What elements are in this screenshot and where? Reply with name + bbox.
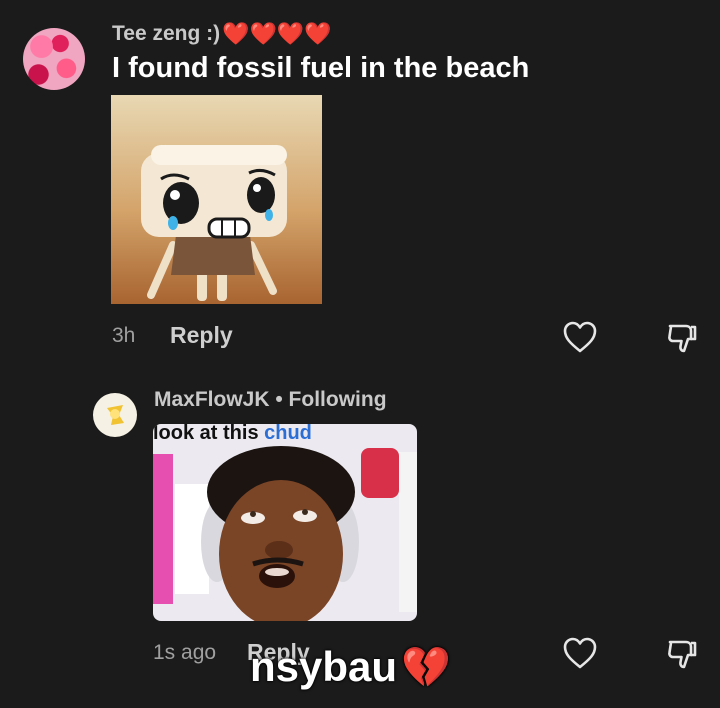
comment-username[interactable]: MaxFlowJK • Following (154, 388, 387, 412)
meme-caption-highlight: chud (264, 424, 312, 444)
meme-caption: look at this chud (153, 424, 312, 445)
heart-icon[interactable] (562, 636, 598, 670)
comment-image-meme[interactable]: look at this chud (153, 424, 417, 621)
broken-heart-emoji: 💔 (401, 645, 451, 690)
figurine-illustration (141, 145, 287, 301)
comment-text: I found fossil fuel in the beach (112, 52, 530, 84)
meme-photo (153, 446, 417, 621)
heart-emoji-row: ❤️❤️❤️❤️ (222, 21, 332, 46)
comment-username[interactable]: Tee zeng :) ❤️❤️❤️❤️ (112, 22, 332, 46)
username-text: Tee zeng :) (112, 22, 221, 45)
thumbs-down-icon[interactable] (664, 636, 700, 672)
comment-image-figurine[interactable] (111, 95, 322, 304)
heart-icon[interactable] (562, 320, 598, 354)
reply-button[interactable]: Reply (170, 322, 233, 349)
comment-timestamp: 3h (112, 324, 136, 347)
comment-timestamp: 1s ago (153, 641, 217, 664)
meme-caption-prefix: look at this (153, 424, 265, 444)
overlay-text: nsybau (250, 643, 398, 690)
thumbs-down-icon[interactable] (664, 320, 700, 356)
avatar-maxflowjk[interactable] (93, 393, 137, 437)
avatar-tee-zeng[interactable] (23, 28, 85, 90)
overlay-caption: nsybau 💔 (250, 643, 451, 691)
